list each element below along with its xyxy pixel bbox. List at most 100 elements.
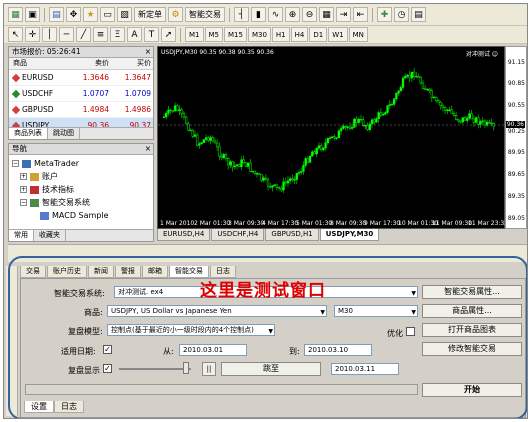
timeframe-h4[interactable]: H4 [290, 27, 309, 42]
tab-common[interactable]: 常用 [9, 230, 34, 241]
visual-mode-checkbox[interactable]: ✓ [103, 364, 112, 373]
candle-body [384, 112, 387, 115]
use-date-checkbox[interactable]: ✓ [103, 345, 112, 354]
chart-tab[interactable]: USDJPY,M30 [319, 229, 380, 241]
symbol-cell: GBPUSD [9, 102, 65, 117]
tester-icon[interactable]: ▧ [117, 7, 132, 22]
candle-body [421, 82, 425, 89]
tab-journal[interactable]: 日志 [54, 401, 84, 413]
tree-item-accounts[interactable]: + 账户 [12, 170, 153, 183]
new-order-button[interactable]: 新定单 [134, 7, 166, 22]
to-date-input[interactable]: 2010.03.10 [304, 344, 372, 356]
cursor-icon[interactable]: ↖ [8, 27, 23, 42]
market-watch-row[interactable]: USDCHF 1.0707 1.0709 [9, 86, 153, 102]
tile-windows-icon[interactable]: ▦ [319, 7, 334, 22]
crosshair-icon[interactable]: ✛ [25, 27, 40, 42]
terminal-tab[interactable]: 账户历史 [47, 266, 87, 278]
templates-icon[interactable]: ▤ [411, 7, 426, 22]
model-select[interactable]: 控制点(基于最近的小一级时段内的4个控制点) ▼ [107, 324, 275, 336]
price-chart[interactable]: USDJPY,M30 90.35 90.38 90.35 90.36 对冲测试 … [157, 46, 508, 229]
timeframe-m5[interactable]: M5 [204, 27, 223, 42]
new-order-label: 新定单 [138, 10, 162, 19]
channel-icon[interactable]: ≡ [93, 27, 108, 42]
tree-item-indicators[interactable]: + 技术指标 [12, 183, 153, 196]
candle-body [200, 142, 203, 145]
collapse-icon[interactable]: − [12, 160, 19, 167]
horizontal-line-icon[interactable]: ─ [59, 27, 74, 42]
text-icon[interactable]: A [127, 27, 142, 42]
terminal-tab[interactable]: 新闻 [88, 266, 114, 278]
zoom-out-icon[interactable]: ⊖ [302, 7, 317, 22]
symbol-properties-button[interactable]: 商品属性... [422, 304, 522, 318]
optimize-checkbox[interactable] [406, 327, 415, 336]
timeframe-m1[interactable]: M1 [185, 27, 204, 42]
candle-body [176, 105, 179, 111]
chart-tab[interactable]: GBPUSD,H1 [265, 229, 319, 241]
terminal-tab[interactable]: 交易 [20, 266, 46, 278]
line-chart-icon[interactable]: ∿ [268, 7, 283, 22]
candle-body [191, 130, 194, 137]
symbol-diamond-icon [11, 73, 21, 82]
tab-settings[interactable]: 设置 [24, 401, 54, 413]
terminal-tab[interactable]: 警报 [115, 266, 141, 278]
expand-icon[interactable]: + [20, 186, 27, 193]
timeframe-mn[interactable]: MN [348, 27, 368, 42]
candle-body [311, 151, 314, 157]
skip-to-button[interactable]: 跳至 [221, 362, 321, 376]
tab-tick-chart[interactable]: 跳动图 [48, 128, 80, 139]
expert-options-icon[interactable]: ⚙ [168, 7, 183, 22]
speed-slider-track[interactable] [119, 368, 191, 370]
market-watch-row[interactable]: EURUSD 1.3646 1.3647 [9, 70, 153, 86]
tree-root[interactable]: − MetaTrader [12, 157, 153, 170]
fibonacci-icon[interactable]: Ξ [110, 27, 125, 42]
market-watch-icon[interactable]: ▤ [49, 7, 64, 22]
terminal-icon[interactable]: ▭ [100, 7, 115, 22]
bar-chart-icon[interactable]: ┤ [234, 7, 249, 22]
symbol-diamond-icon [11, 105, 21, 114]
label-icon[interactable]: T [144, 27, 159, 42]
data-window-icon[interactable]: ✥ [66, 7, 81, 22]
navigator-icon[interactable]: ★ [83, 7, 98, 22]
periods-icon[interactable]: ◷ [394, 7, 409, 22]
market-watch-row[interactable]: GBPUSD 1.4984 1.4986 [9, 102, 153, 118]
collapse-icon[interactable]: − [20, 199, 27, 206]
tab-favorites[interactable]: 收藏夹 [34, 230, 66, 241]
ea-properties-button[interactable]: 智能交易属性... [422, 285, 522, 299]
timeframe-m15[interactable]: M15 [224, 27, 247, 42]
timeframe-w1[interactable]: W1 [328, 27, 348, 42]
profiles-icon[interactable]: ▣ [25, 7, 40, 22]
close-icon[interactable]: × [145, 144, 153, 154]
tab-symbols[interactable]: 商品列表 [9, 128, 48, 139]
new-chart-icon[interactable]: ▦ [8, 7, 23, 22]
zoom-in-icon[interactable]: ⊕ [285, 7, 300, 22]
candle-body [162, 116, 166, 119]
auto-scroll-icon[interactable]: ⇥ [336, 7, 351, 22]
modify-expert-button[interactable]: 修改智能交易 [422, 342, 522, 356]
pause-button[interactable]: || [202, 362, 216, 376]
chart-tab[interactable]: EURUSD,H4 [157, 229, 211, 241]
visual-mode-label: 复盘显示 [68, 366, 100, 375]
terminal-tab[interactable]: 邮箱 [142, 266, 168, 278]
arrow-icon[interactable]: ➚ [161, 27, 176, 42]
indicators-icon[interactable]: ✚ [377, 7, 392, 22]
chart-shift-icon[interactable]: ⇤ [353, 7, 368, 22]
expand-icon[interactable]: + [20, 173, 27, 180]
from-date-input[interactable]: 2010.03.01 [179, 344, 247, 356]
skip-date-input[interactable]: 2010.03.11 [331, 363, 399, 375]
timeframe-m30[interactable]: M30 [247, 27, 271, 42]
speed-slider-thumb[interactable] [183, 362, 189, 374]
symbol-select[interactable]: USDJPY, US Dollar vs Japanese Yen ▼ [107, 305, 327, 317]
expert-advisors-button[interactable]: 智能交易 [185, 7, 225, 22]
chart-tab[interactable]: USDCHF,H4 [211, 229, 265, 241]
candlestick-icon[interactable]: ▮ [251, 7, 266, 22]
start-button[interactable]: 开始 [422, 383, 522, 397]
close-icon[interactable]: × [145, 47, 153, 57]
timeframe-h1[interactable]: H1 [271, 27, 290, 42]
tree-item-experts[interactable]: − 智能交易系统 [12, 196, 153, 209]
tree-item-macd[interactable]: MACD Sample [12, 209, 153, 222]
vertical-line-icon[interactable]: │ [42, 27, 57, 42]
trendline-icon[interactable]: ╱ [76, 27, 91, 42]
timeframe-d1[interactable]: D1 [309, 27, 328, 42]
open-chart-button[interactable]: 打开商品图表 [422, 323, 522, 337]
period-select[interactable]: M30 ▼ [334, 305, 418, 317]
